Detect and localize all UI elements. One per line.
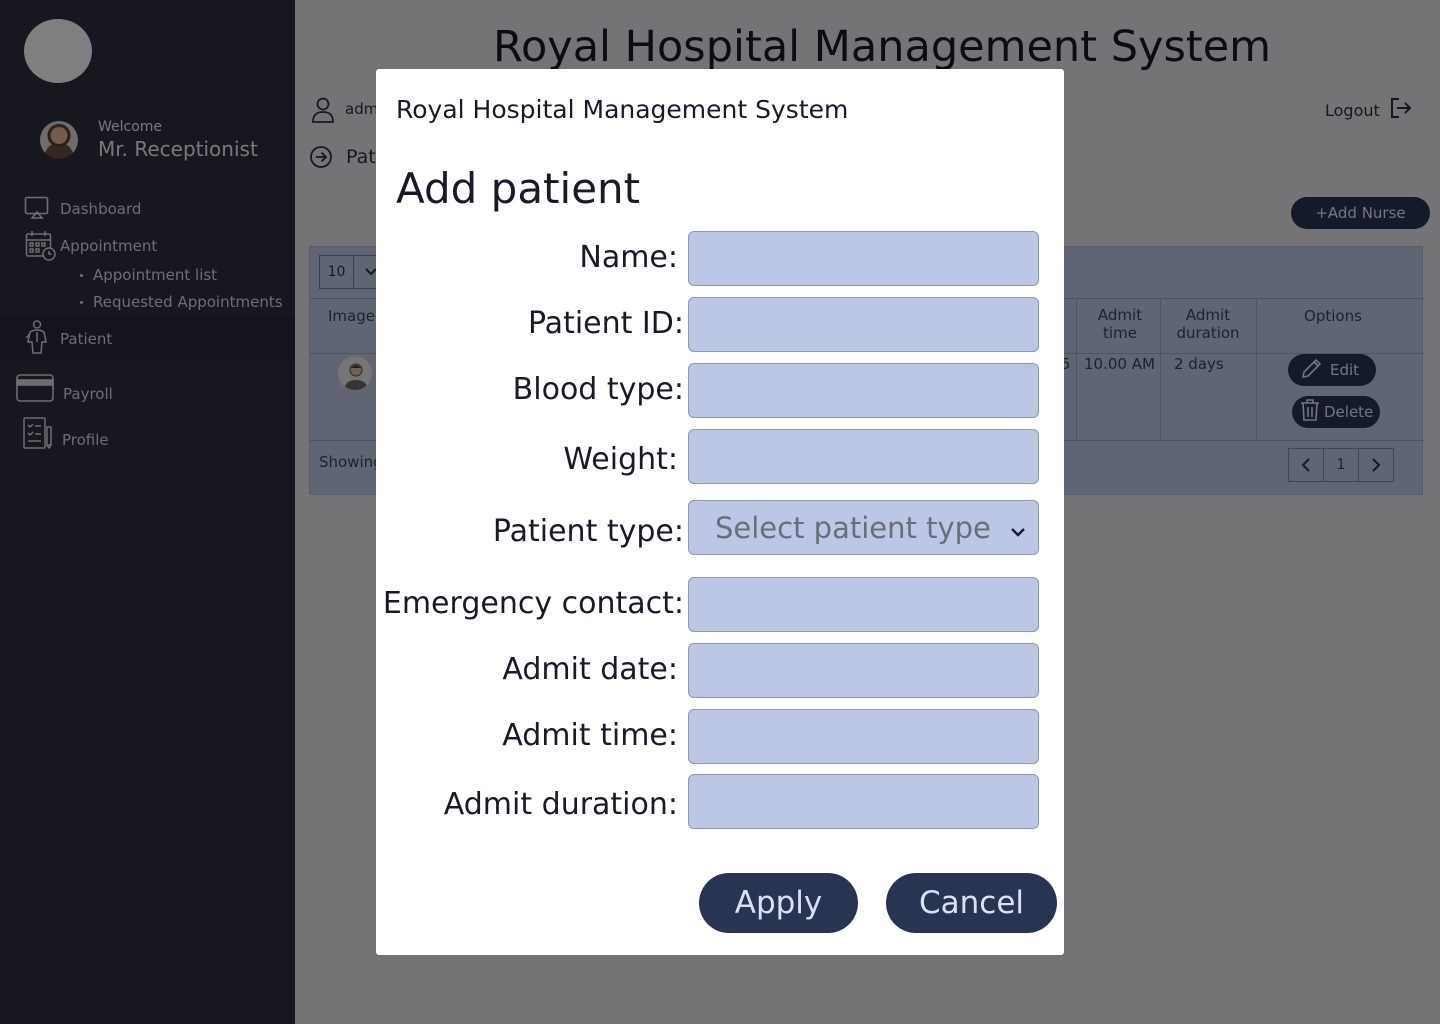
modal-system-name: Royal Hospital Management System [396,95,849,124]
name-label: Name: [579,240,678,275]
cancel-button[interactable]: Cancel [886,873,1057,933]
chevron-down-icon [1010,523,1026,542]
name-field[interactable] [688,231,1039,286]
admit-time-field[interactable] [688,709,1039,764]
admit-duration-label: Admit duration: [443,787,678,822]
patient-id-field[interactable] [688,297,1039,352]
patient-type-label: Patient type: [492,514,684,549]
admit-date-field[interactable] [688,643,1039,698]
weight-label: Weight: [563,442,678,477]
blood-type-field[interactable] [688,363,1039,418]
patient-type-placeholder: Select patient type [715,510,991,545]
blood-type-label: Blood type: [512,372,684,407]
patient-id-label: Patient ID: [527,306,684,341]
apply-button[interactable]: Apply [699,873,858,933]
admit-time-label: Admit time: [502,718,678,753]
admit-date-label: Admit date: [502,652,678,687]
weight-field[interactable] [688,429,1039,484]
modal-title: Add patient [396,164,641,213]
patient-type-select[interactable]: Select patient type [688,500,1039,555]
add-patient-modal: Royal Hospital Management System Add pat… [376,69,1064,955]
emergency-contact-field[interactable] [688,577,1039,632]
emergency-contact-label: Emergency contact: [382,586,684,621]
admit-duration-field[interactable] [688,774,1039,829]
